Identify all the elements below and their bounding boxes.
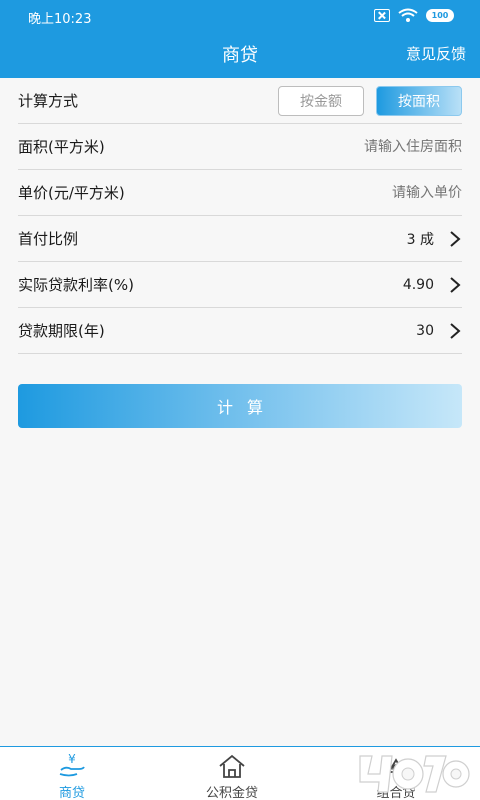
unit-price-row: 单价(元/平方米): [18, 170, 462, 216]
calculate-button[interactable]: 计算: [18, 384, 462, 428]
loan-term-value: 30: [416, 322, 434, 339]
loan-term-label: 贷款期限(年): [18, 322, 105, 340]
tab-commercial-loan[interactable]: ¥ 商贷: [12, 747, 132, 800]
status-bar: 晚上10:23 100: [0, 0, 480, 32]
loan-form: 计算方式 按金额 按面积 面积(平方米) 单价(元/平方米) 首付比例 3 成 …: [0, 78, 480, 354]
app-header: 晚上10:23 100 商贷 意见反馈: [0, 0, 480, 78]
by-area-button[interactable]: 按面积: [376, 85, 462, 116]
chevron-right-icon: [450, 276, 461, 293]
unit-price-input[interactable]: [242, 184, 462, 201]
calc-method-toggle: 按金额 按面积: [278, 78, 462, 123]
calc-method-row: 计算方式 按金额 按面积: [18, 78, 462, 124]
yen-hand-icon: ¥: [57, 752, 87, 780]
chevron-right-icon: [450, 230, 461, 247]
down-payment-row[interactable]: 首付比例 3 成: [18, 216, 462, 262]
chevron-right-icon: [450, 322, 461, 339]
tab-label: 商贷: [58, 786, 85, 800]
svg-text:¥: ¥: [68, 752, 76, 766]
area-label: 面积(平方米): [18, 138, 105, 156]
status-time: 晚上10:23: [28, 12, 92, 27]
interest-rate-row[interactable]: 实际贷款利率(%) 4.90: [18, 262, 462, 308]
calc-method-label: 计算方式: [18, 92, 79, 110]
unit-price-label: 单价(元/平方米): [18, 184, 125, 202]
down-payment-label: 首付比例: [18, 230, 79, 248]
area-row: 面积(平方米): [18, 124, 462, 170]
by-amount-button[interactable]: 按金额: [278, 85, 364, 116]
feedback-link[interactable]: 意见反馈: [406, 43, 466, 64]
tab-provident-fund-loan[interactable]: 公积金贷: [172, 747, 292, 800]
battery-icon: 100: [426, 8, 454, 22]
interest-rate-value: 4.90: [402, 276, 434, 293]
status-icons: 100: [374, 8, 454, 22]
down-payment-value: 3 成: [406, 231, 434, 248]
loan-term-row[interactable]: 贷款期限(年) 30: [18, 308, 462, 354]
tab-label: 公积金贷: [205, 786, 258, 800]
house-icon: [217, 752, 247, 780]
wifi-icon: [398, 8, 418, 22]
area-input[interactable]: [242, 138, 462, 155]
watermark-logo: [359, 755, 470, 793]
interest-rate-label: 实际贷款利率(%): [18, 276, 134, 294]
no-sim-icon: [374, 8, 390, 22]
